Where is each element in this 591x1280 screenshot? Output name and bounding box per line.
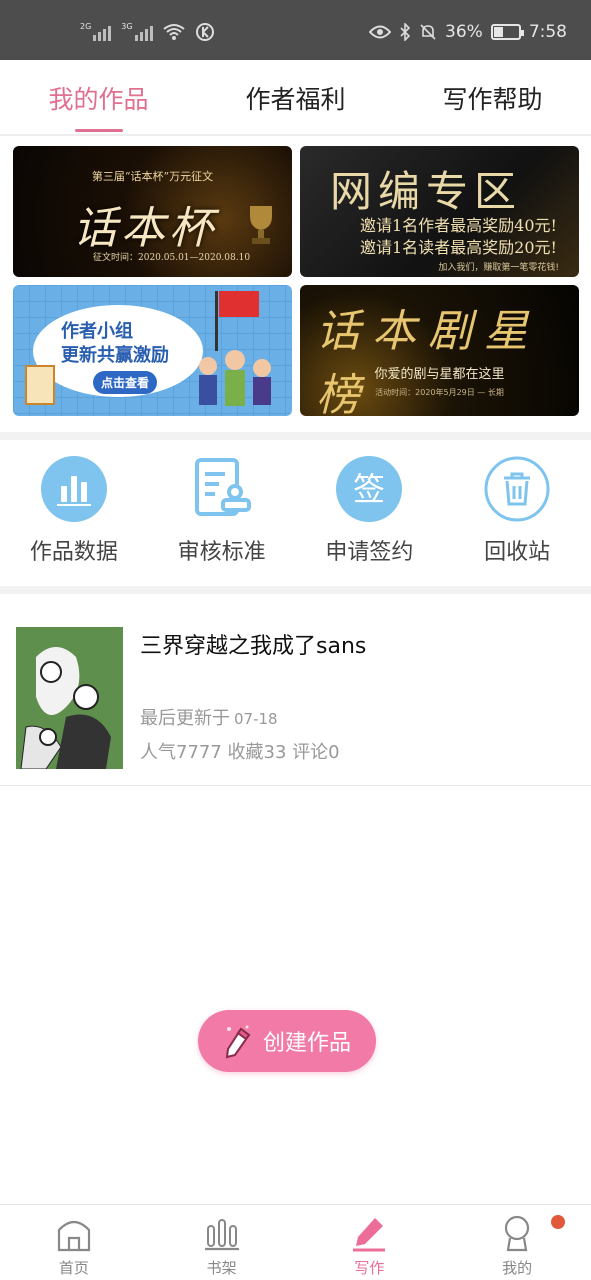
nav-profile[interactable]: 我的: [443, 1205, 591, 1280]
banner-title: 作者小组: [61, 321, 133, 342]
battery-fill: [493, 27, 504, 37]
banner-footer: 活动时间：2020年5月29日 — 长期: [375, 388, 504, 397]
nav-write[interactable]: 写作: [296, 1205, 444, 1280]
cartoon-characters-illustration: [199, 350, 271, 406]
work-stats: 人气7777 收藏33 评论0: [140, 742, 340, 763]
banner-editor-zone[interactable]: 网编专区 邀请1名作者最高奖励40元! 邀请1名读者最高奖励20元! 加入我们，…: [300, 146, 579, 277]
red-flag-icon: [219, 291, 259, 317]
clock-time: 7:58: [528, 22, 567, 42]
bottom-nav: 首页 书架 写作 我的: [0, 1204, 591, 1280]
bluetooth-icon: [400, 23, 411, 41]
tab-my-works[interactable]: 我的作品: [0, 60, 197, 134]
sign-icon: 签: [336, 456, 403, 522]
banner-subtitle: 你爱的剧与星都在这里: [374, 367, 505, 382]
mute-icon: [420, 24, 436, 40]
work-updated: 最后更新于 07-18: [140, 704, 278, 730]
tool-grid: 作品数据 审核标准 签 申请签约 回收站: [0, 440, 591, 586]
nav-label: 书架: [206, 1259, 237, 1277]
eye-icon: [369, 25, 392, 39]
tool-label: 审核标准: [177, 540, 266, 565]
work-list-item[interactable]: 三界穿越之我成了sans 最后更新于 07-18 人气7777 收藏33 评论0: [0, 604, 591, 786]
banner-grid: 第三届“话本杯”万元征文 话本杯 征文时间：2020.05.01—2020.08…: [13, 146, 579, 416]
tool-label: 回收站: [484, 540, 551, 565]
tool-recycle-bin[interactable]: 回收站: [443, 440, 591, 586]
home-icon: [54, 1213, 94, 1253]
bar-chart-icon: [40, 456, 107, 522]
active-tab-underline: [74, 129, 123, 132]
nav-label: 首页: [58, 1259, 89, 1277]
banner-text-line: 邀请1名作者最高奖励40元!: [360, 216, 557, 235]
banner-date: 征文时间：2020.05.01—2020.08.10: [93, 253, 251, 263]
system-indicators: 36% 7:58: [369, 22, 567, 42]
wifi-icon: [162, 24, 185, 40]
pen-icon: [349, 1213, 389, 1253]
updated-label: 最后更新于: [140, 708, 230, 729]
banner-text-line: 邀请1名读者最高奖励20元!: [360, 238, 557, 257]
updated-date: 07-18: [234, 710, 278, 728]
nav-label: 我的: [502, 1259, 533, 1277]
top-tabs: 我的作品 作者福利 写作帮助: [0, 60, 591, 136]
tab-label: 我的作品: [48, 85, 149, 114]
status-bar: 2G 3G 36% 7:58: [0, 0, 591, 60]
banner-huaben-cup[interactable]: 第三届“话本杯”万元征文 话本杯 征文时间：2020.05.01—2020.08…: [13, 146, 292, 277]
banner-title: 话本杯: [73, 203, 217, 254]
tab-label: 作者福利: [245, 85, 346, 114]
flag-pole: [215, 291, 218, 351]
signal-icon: 2G: [80, 22, 112, 41]
profile-icon: [497, 1213, 537, 1253]
banner-drama-stars[interactable]: 话本剧星榜 你爱的剧与星都在这里 活动时间：2020年5月29日 — 长期: [300, 285, 579, 416]
tool-label: 申请签约: [325, 540, 414, 565]
notification-dot: [551, 1215, 565, 1229]
banner-footer: 加入我们，赚取第一笔零花钱!: [438, 263, 559, 273]
pencil-icon: [225, 1025, 251, 1059]
create-work-label: 创建作品: [262, 1031, 351, 1056]
battery-percent: 36%: [445, 22, 483, 42]
network-type-2: 3G: [121, 22, 133, 31]
k-circle-icon: [195, 23, 214, 41]
section-divider: [0, 432, 591, 440]
review-stamp-icon: [189, 456, 255, 522]
tool-work-data[interactable]: 作品数据: [0, 440, 148, 586]
tab-author-benefits[interactable]: 作者福利: [197, 60, 394, 134]
sign-glyph: 签: [353, 470, 385, 508]
clipboard-icon: [25, 365, 55, 405]
tool-review-standard[interactable]: 审核标准: [148, 440, 296, 586]
section-divider: [0, 586, 591, 594]
nav-label: 写作: [354, 1259, 385, 1277]
trophy-icon: [250, 206, 272, 244]
battery-icon: [490, 24, 524, 40]
nav-home[interactable]: 首页: [0, 1205, 148, 1280]
tool-label: 作品数据: [29, 540, 118, 565]
banner-author-group[interactable]: 作者小组 更新共赢激励 点击查看: [13, 285, 292, 416]
create-work-button[interactable]: 创建作品: [198, 1010, 376, 1072]
book-cover-image: [16, 627, 123, 769]
network-type-1: 2G: [80, 22, 92, 31]
banner-subtitle: 更新共赢激励: [61, 345, 169, 366]
banner-title: 网编专区: [330, 167, 523, 216]
network-indicators: 2G 3G: [80, 22, 215, 42]
nav-bookshelf[interactable]: 书架: [148, 1205, 296, 1280]
banner-subtitle: 第三届“话本杯”万元征文: [91, 170, 214, 183]
trash-icon: [484, 456, 550, 522]
tool-apply-contract[interactable]: 签 申请签约: [296, 440, 444, 586]
bookshelf-icon: [202, 1213, 242, 1253]
banner-view-button[interactable]: 点击查看: [93, 371, 158, 394]
tab-writing-help[interactable]: 写作帮助: [394, 60, 591, 134]
work-title: 三界穿越之我成了sans: [140, 634, 367, 659]
tab-label: 写作帮助: [442, 85, 543, 114]
signal-icon: 3G: [121, 22, 153, 41]
